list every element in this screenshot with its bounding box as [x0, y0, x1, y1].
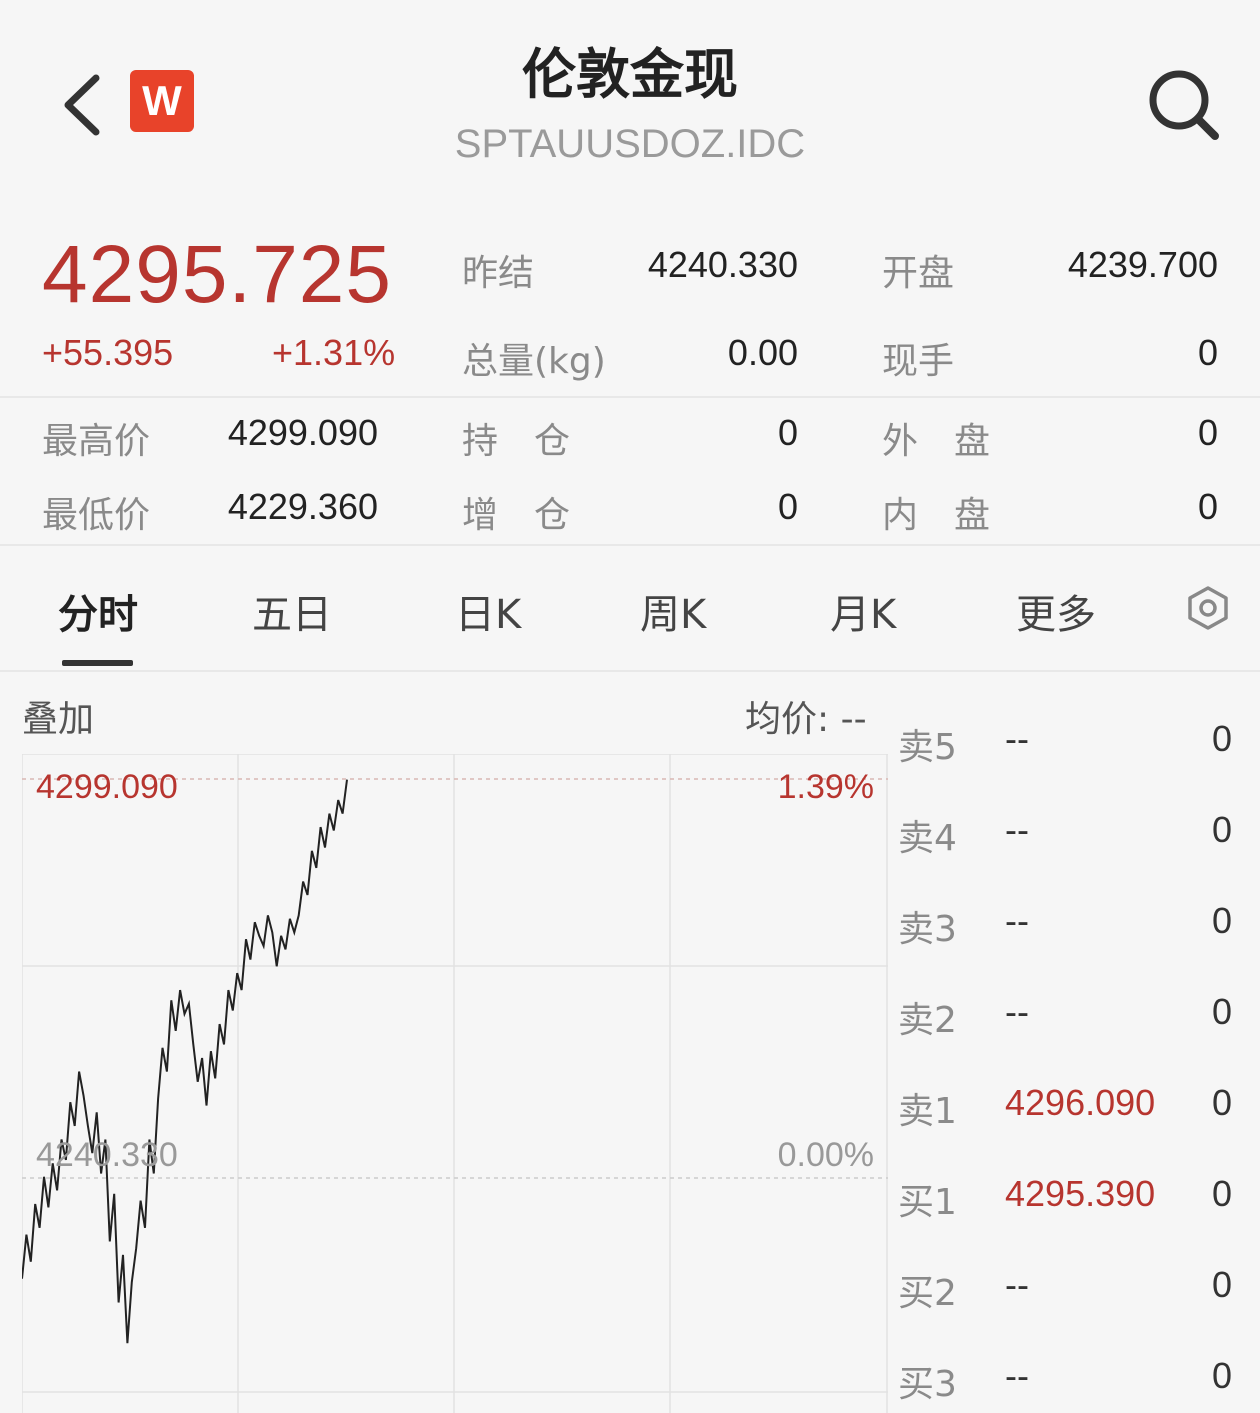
prev-settle-value: 4240.330 — [647, 244, 798, 285]
chart-base-label: 4240.330 — [36, 1136, 178, 1174]
divider — [0, 544, 1260, 546]
outer-label: 外 盘 — [882, 421, 991, 462]
price-change: +55.395 — [42, 332, 174, 373]
orderbook-side-label: 买1 — [898, 1182, 957, 1223]
orderbook-price: -- — [1005, 900, 1029, 941]
prev-settle-label: 昨结 — [462, 253, 535, 294]
orderbook-volume: 0 — [1211, 1082, 1232, 1123]
increase-label: 增 仓 — [462, 495, 571, 536]
page-title: 伦敦金现 — [522, 43, 738, 106]
intraday-chart[interactable]: 4299.090 1.39% 4240.330 0.00% — [22, 754, 888, 1413]
orderbook-side-label: 卖3 — [898, 909, 957, 950]
position-label: 持 仓 — [462, 421, 571, 462]
divider — [0, 396, 1260, 398]
low-value: 4229.360 — [227, 486, 378, 527]
increase-value: 0 — [777, 486, 798, 527]
inner-value: 0 — [1197, 486, 1218, 527]
last-price: 4295.725 — [42, 229, 393, 320]
current-hand-value: 0 — [1197, 332, 1218, 373]
tab-monthly-k[interactable]: 月K — [830, 582, 896, 640]
tab-five-day[interactable]: 五日 — [252, 582, 332, 640]
low-label: 最低价 — [42, 495, 151, 536]
orderbook-volume: 0 — [1211, 1355, 1232, 1396]
orderbook-side-label: 卖1 — [898, 1091, 957, 1132]
orderbook-side-label: 买2 — [898, 1273, 957, 1314]
chart-base-pct-label: 0.00% — [778, 1136, 874, 1174]
instrument-code: SPTAUUSDOZ.IDC — [454, 122, 806, 166]
chart-high-pct-label: 1.39% — [778, 768, 874, 806]
app-header: W 伦敦金现 SPTAUUSDOZ.IDC — [0, 0, 1260, 200]
inner-label: 内 盘 — [882, 495, 991, 536]
current-hand-label: 现手 — [882, 341, 955, 382]
orderbook-volume: 0 — [1211, 809, 1232, 850]
open-label: 开盘 — [882, 253, 955, 294]
orderbook-price: -- — [1005, 1355, 1029, 1396]
orderbook-price: -- — [1005, 718, 1029, 759]
tab-more[interactable]: 更多 — [1016, 582, 1096, 640]
price-line — [22, 779, 348, 1344]
price-change-percent: +1.31% — [272, 332, 396, 373]
orderbook-price: 4296.090 — [1005, 1082, 1156, 1123]
orderbook-volume: 0 — [1211, 1264, 1232, 1305]
tab-weekly-k[interactable]: 周K — [640, 582, 706, 640]
orderbook-price: -- — [1005, 1264, 1029, 1305]
volume-value: 0.00 — [727, 332, 798, 373]
orderbook-price: -- — [1005, 809, 1029, 850]
orderbook-volume: 0 — [1211, 900, 1232, 941]
position-value: 0 — [777, 412, 798, 453]
settings-hexagon-icon[interactable] — [1185, 585, 1231, 631]
tab-intraday[interactable]: 分时 — [58, 582, 138, 640]
average-price-label: 均价: -- — [745, 699, 867, 740]
high-value: 4299.090 — [227, 412, 378, 453]
orderbook-volume: 0 — [1211, 991, 1232, 1032]
divider — [0, 670, 1260, 672]
orderbook-price: -- — [1005, 991, 1029, 1032]
volume-label: 总量(kg) — [462, 341, 606, 382]
orderbook-volume: 0 — [1211, 1173, 1232, 1214]
orderbook-side-label: 卖4 — [898, 818, 957, 859]
orderbook-side-label: 卖5 — [898, 727, 957, 768]
open-value: 4239.700 — [1067, 244, 1218, 285]
tab-daily-k[interactable]: 日K — [455, 582, 521, 640]
high-label: 最高价 — [42, 421, 151, 462]
search-icon[interactable] — [1145, 66, 1221, 142]
outer-value: 0 — [1197, 412, 1218, 453]
orderbook-volume: 0 — [1211, 718, 1232, 759]
active-tab-indicator — [62, 660, 133, 666]
orderbook-price: 4295.390 — [1005, 1173, 1156, 1214]
chart-high-label: 4299.090 — [36, 768, 178, 806]
orderbook-side-label: 卖2 — [898, 1000, 957, 1041]
orderbook-side-label: 买3 — [898, 1364, 957, 1405]
chart-grid — [22, 754, 888, 1413]
overlay-button[interactable]: 叠加 — [22, 690, 94, 742]
